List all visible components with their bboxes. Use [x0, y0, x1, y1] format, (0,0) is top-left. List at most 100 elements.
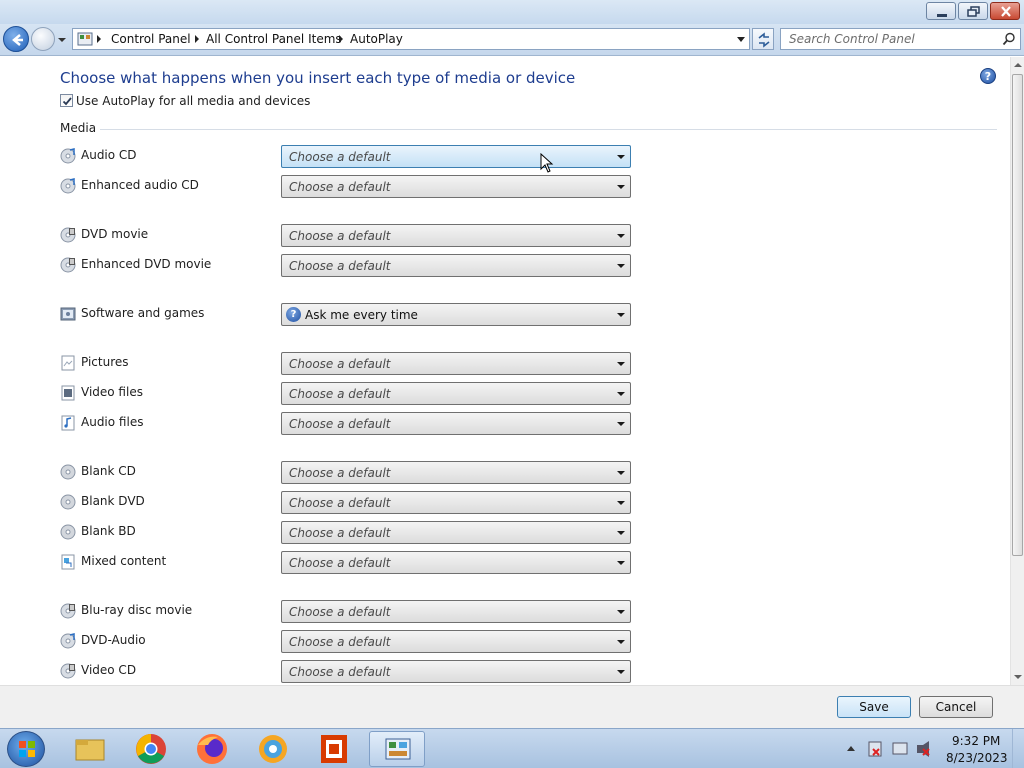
media-type-label: Mixed content	[81, 554, 167, 568]
media-row: Blank CD Choose a default	[60, 461, 640, 485]
tray-icons	[847, 741, 930, 757]
breadcrumb-autoplay[interactable]: AutoPlay	[350, 32, 403, 46]
refresh-button[interactable]	[752, 28, 774, 50]
section-divider	[100, 129, 997, 130]
chevron-down-icon	[617, 155, 625, 159]
search-icon[interactable]	[1002, 32, 1016, 46]
autoplay-action-dropdown[interactable]: Choose a default	[281, 224, 631, 247]
media-type-label: Blank BD	[81, 524, 136, 538]
minimize-button[interactable]	[926, 2, 956, 20]
dropdown-selected-value: Choose a default	[289, 665, 391, 679]
minimize-icon	[937, 14, 947, 17]
dropdown-selected-value: Choose a default	[289, 357, 391, 371]
back-button[interactable]	[3, 26, 29, 52]
autoplay-action-dropdown[interactable]: Choose a default	[281, 551, 631, 574]
autoplay-action-dropdown[interactable]: Choose a default	[281, 254, 631, 277]
media-row: Enhanced audio CD Choose a default	[60, 175, 640, 199]
chevron-down-icon	[617, 531, 625, 535]
audio-file-icon	[61, 415, 75, 431]
media-type-label: Audio files	[81, 415, 144, 429]
dropdown-selected-value: Choose a default	[289, 259, 391, 273]
breadcrumb-separator-icon[interactable]	[195, 35, 199, 43]
file-explorer-icon	[75, 739, 105, 761]
dropdown-selected-value: Choose a default	[289, 229, 391, 243]
taskbar-file-explorer[interactable]	[62, 731, 118, 767]
restore-button[interactable]	[958, 2, 988, 20]
scroll-down-icon[interactable]	[1014, 675, 1022, 679]
autoplay-action-dropdown[interactable]: Choose a default	[281, 491, 631, 514]
taskbar-photos[interactable]	[245, 731, 301, 767]
chevron-down-icon	[617, 561, 625, 565]
autoplay-action-dropdown[interactable]: Choose a default	[281, 412, 631, 435]
start-button[interactable]	[7, 731, 45, 767]
scrollbar-thumb[interactable]	[1012, 74, 1023, 556]
recent-pages-dropdown[interactable]	[57, 34, 67, 44]
dvd-movie-icon	[60, 603, 76, 619]
taskbar-office[interactable]	[306, 731, 362, 767]
video-file-icon	[61, 385, 75, 401]
chevron-down-icon	[617, 234, 625, 238]
dvd-movie-icon	[60, 257, 76, 273]
dropdown-selected-value: Choose a default	[289, 556, 391, 570]
close-button[interactable]	[990, 2, 1020, 20]
autoplay-action-dropdown[interactable]: Choose a default	[281, 352, 631, 375]
audio-cd-icon	[60, 178, 76, 194]
breadcrumb-separator-icon[interactable]	[339, 35, 343, 43]
chevron-down-icon	[617, 185, 625, 189]
refresh-icon	[758, 32, 770, 48]
media-row: Mixed content Choose a default	[60, 551, 640, 575]
autoplay-action-dropdown[interactable]: Choose a default	[281, 630, 631, 653]
autoplay-action-dropdown[interactable]: Choose a default	[281, 660, 631, 683]
address-bar[interactable]: Control Panel All Control Panel Items Au…	[72, 28, 750, 50]
autoplay-content: Choose what happens when you insert each…	[0, 57, 1010, 685]
clock-date[interactable]: 8/23/2023	[946, 751, 1008, 765]
use-autoplay-checkbox[interactable]	[60, 94, 73, 107]
breadcrumb-separator-icon	[97, 35, 101, 43]
media-row: Blank BD Choose a default	[60, 521, 640, 545]
breadcrumb-all-items[interactable]: All Control Panel Items	[206, 32, 342, 46]
address-dropdown-icon[interactable]	[737, 37, 745, 42]
scroll-up-icon[interactable]	[1014, 63, 1022, 67]
autoplay-action-dropdown[interactable]: Choose a default	[281, 521, 631, 544]
dropdown-selected-value: Choose a default	[289, 526, 391, 540]
control-panel-icon	[77, 32, 93, 46]
autoplay-action-dropdown[interactable]: Choose a default	[281, 175, 631, 198]
media-type-label: Blu-ray disc movie	[81, 603, 193, 617]
dropdown-selected-value: Choose a default	[289, 417, 391, 431]
taskbar-control-panel[interactable]	[369, 731, 425, 767]
taskbar-chrome[interactable]	[123, 731, 179, 767]
cancel-button[interactable]: Cancel	[919, 696, 993, 718]
autoplay-action-dropdown[interactable]: Choose a default	[281, 145, 631, 168]
clock-time[interactable]: 9:32 PM	[952, 734, 1000, 748]
media-row: Pictures Choose a default	[60, 352, 640, 376]
show-desktop-button[interactable]	[1012, 729, 1024, 768]
autoplay-action-dropdown[interactable]: Choose a default	[281, 382, 631, 405]
use-autoplay-label[interactable]: Use AutoPlay for all media and devices	[76, 94, 310, 108]
media-row: Video CD Choose a default	[60, 660, 640, 684]
audio-cd-icon	[60, 633, 76, 649]
chevron-down-icon	[617, 471, 625, 475]
search-input[interactable]: Search Control Panel	[780, 28, 1021, 50]
media-type-label: Video CD	[81, 663, 137, 677]
breadcrumb-control-panel[interactable]: Control Panel	[111, 32, 191, 46]
search-placeholder: Search Control Panel	[789, 32, 915, 46]
photos-icon	[259, 735, 287, 763]
help-icon[interactable]: ?	[980, 68, 996, 84]
autoplay-action-dropdown[interactable]: ? Ask me every time	[281, 303, 631, 326]
page-title: Choose what happens when you insert each…	[60, 69, 576, 87]
dvd-movie-icon	[60, 227, 76, 243]
media-type-label: Blank CD	[81, 464, 136, 478]
taskbar-firefox[interactable]	[184, 731, 240, 767]
chevron-down-icon	[617, 362, 625, 366]
dropdown-selected-value: Choose a default	[289, 180, 391, 194]
save-button[interactable]: Save	[837, 696, 911, 718]
vertical-scrollbar[interactable]	[1010, 57, 1024, 685]
media-type-label: Blank DVD	[81, 494, 145, 508]
media-row: Blu-ray disc movie Choose a default	[60, 600, 640, 624]
autoplay-action-dropdown[interactable]: Choose a default	[281, 461, 631, 484]
autoplay-action-dropdown[interactable]: Choose a default	[281, 600, 631, 623]
media-type-label: Pictures	[81, 355, 129, 369]
dropdown-selected-value: Ask me every time	[305, 308, 418, 322]
media-row: Software and games? Ask me every time	[60, 303, 640, 327]
forward-button[interactable]	[31, 27, 55, 51]
